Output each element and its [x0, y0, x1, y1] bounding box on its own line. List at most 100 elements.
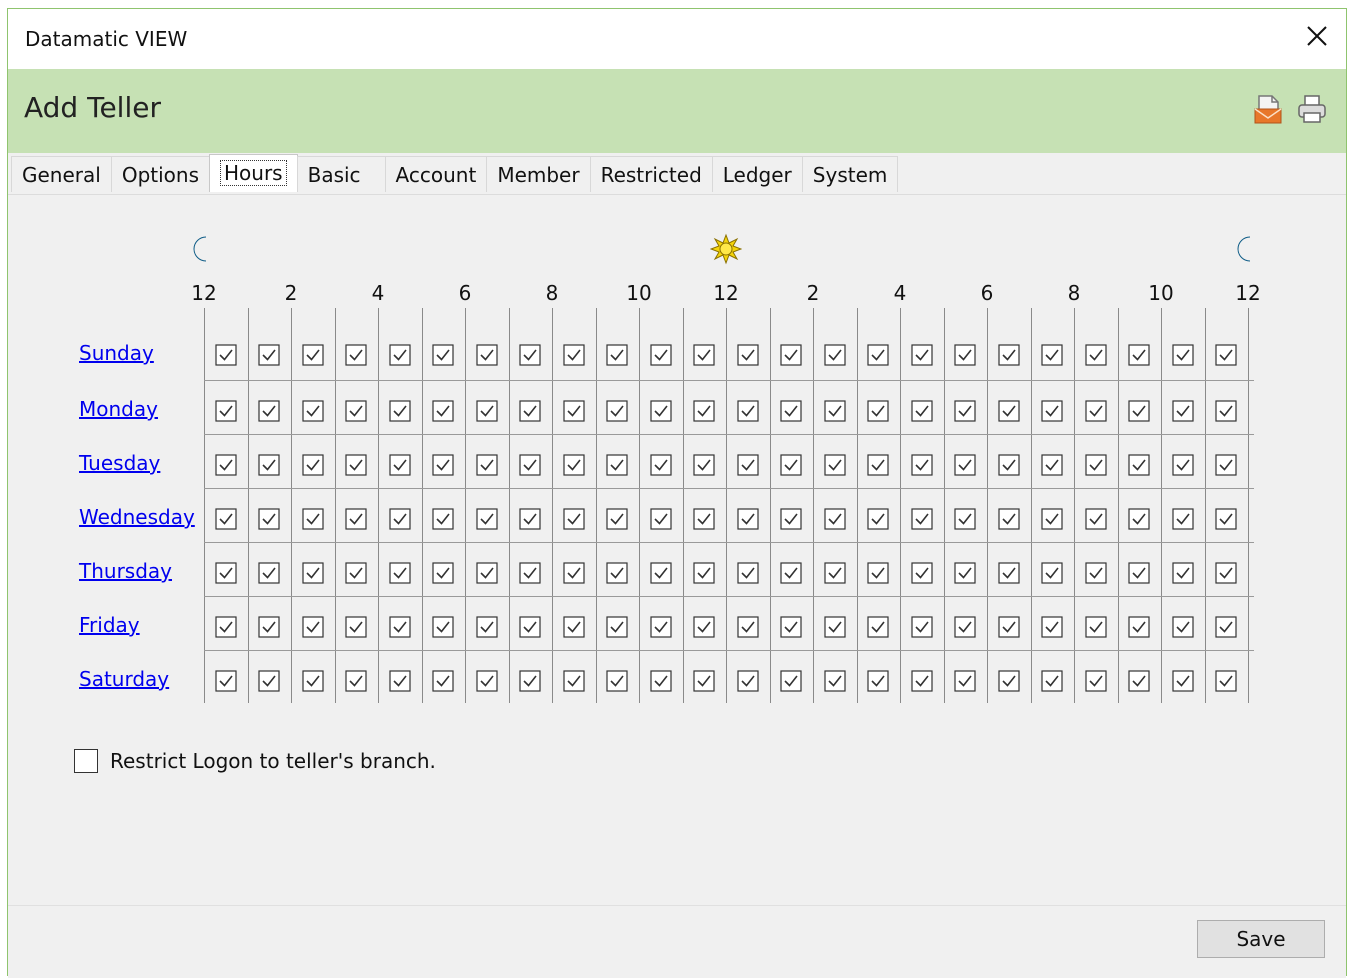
- hour-checkbox[interactable]: [345, 508, 367, 530]
- hour-checkbox[interactable]: [432, 562, 454, 584]
- hour-checkbox[interactable]: [1085, 508, 1107, 530]
- hour-checkbox[interactable]: [867, 616, 889, 638]
- tab-account[interactable]: Account: [384, 156, 488, 192]
- hour-checkbox[interactable]: [1128, 616, 1150, 638]
- hour-checkbox[interactable]: [911, 344, 933, 366]
- hour-checkbox[interactable]: [563, 616, 585, 638]
- hour-checkbox[interactable]: [1172, 562, 1194, 584]
- hour-checkbox[interactable]: [302, 562, 324, 584]
- hour-checkbox[interactable]: [432, 344, 454, 366]
- hour-checkbox[interactable]: [215, 508, 237, 530]
- hour-checkbox[interactable]: [824, 616, 846, 638]
- hour-checkbox[interactable]: [389, 508, 411, 530]
- hour-checkbox[interactable]: [954, 670, 976, 692]
- hour-checkbox[interactable]: [345, 400, 367, 422]
- hour-checkbox[interactable]: [563, 400, 585, 422]
- day-link-monday[interactable]: Monday: [79, 397, 158, 421]
- hour-checkbox[interactable]: [519, 670, 541, 692]
- hour-checkbox[interactable]: [780, 616, 802, 638]
- day-link-thursday[interactable]: Thursday: [79, 559, 172, 583]
- hour-checkbox[interactable]: [1085, 670, 1107, 692]
- hour-checkbox[interactable]: [693, 616, 715, 638]
- hour-checkbox[interactable]: [780, 454, 802, 476]
- day-link-friday[interactable]: Friday: [79, 613, 140, 637]
- hour-checkbox[interactable]: [998, 616, 1020, 638]
- hour-checkbox[interactable]: [737, 670, 759, 692]
- hour-checkbox[interactable]: [215, 400, 237, 422]
- hour-checkbox[interactable]: [1172, 508, 1194, 530]
- hour-checkbox[interactable]: [780, 344, 802, 366]
- tab-member[interactable]: Member: [486, 156, 591, 192]
- hour-checkbox[interactable]: [476, 670, 498, 692]
- day-link-sunday[interactable]: Sunday: [79, 341, 154, 365]
- hour-checkbox[interactable]: [650, 454, 672, 476]
- hour-checkbox[interactable]: [650, 344, 672, 366]
- hour-checkbox[interactable]: [1128, 454, 1150, 476]
- hour-checkbox[interactable]: [998, 344, 1020, 366]
- hour-checkbox[interactable]: [867, 562, 889, 584]
- hour-checkbox[interactable]: [258, 344, 280, 366]
- restrict-checkbox-box[interactable]: [74, 749, 98, 773]
- hour-checkbox[interactable]: [911, 508, 933, 530]
- day-link-tuesday[interactable]: Tuesday: [79, 451, 160, 475]
- close-icon[interactable]: [1302, 21, 1332, 51]
- mail-icon[interactable]: [1252, 93, 1284, 125]
- hour-checkbox[interactable]: [867, 508, 889, 530]
- hour-checkbox[interactable]: [215, 670, 237, 692]
- hour-checkbox[interactable]: [954, 616, 976, 638]
- hour-checkbox[interactable]: [1215, 616, 1237, 638]
- hour-checkbox[interactable]: [519, 508, 541, 530]
- hour-checkbox[interactable]: [954, 400, 976, 422]
- hour-checkbox[interactable]: [476, 562, 498, 584]
- hour-checkbox[interactable]: [1215, 344, 1237, 366]
- hour-checkbox[interactable]: [389, 562, 411, 584]
- hour-checkbox[interactable]: [519, 400, 541, 422]
- hour-checkbox[interactable]: [1172, 616, 1194, 638]
- hour-checkbox[interactable]: [824, 670, 846, 692]
- save-button[interactable]: Save: [1197, 920, 1325, 958]
- hour-checkbox[interactable]: [1172, 344, 1194, 366]
- hour-checkbox[interactable]: [519, 562, 541, 584]
- hour-checkbox[interactable]: [1128, 400, 1150, 422]
- hour-checkbox[interactable]: [563, 562, 585, 584]
- hour-checkbox[interactable]: [954, 454, 976, 476]
- hour-checkbox[interactable]: [345, 344, 367, 366]
- hour-checkbox[interactable]: [693, 508, 715, 530]
- tab-basic[interactable]: Basic: [296, 156, 386, 192]
- hour-checkbox[interactable]: [563, 344, 585, 366]
- hour-checkbox[interactable]: [606, 670, 628, 692]
- hour-checkbox[interactable]: [737, 508, 759, 530]
- hour-checkbox[interactable]: [1085, 454, 1107, 476]
- hour-checkbox[interactable]: [215, 344, 237, 366]
- hour-checkbox[interactable]: [737, 454, 759, 476]
- hour-checkbox[interactable]: [867, 670, 889, 692]
- print-icon[interactable]: [1296, 93, 1328, 125]
- hour-checkbox[interactable]: [302, 344, 324, 366]
- hour-checkbox[interactable]: [650, 562, 672, 584]
- hour-checkbox[interactable]: [606, 454, 628, 476]
- hour-checkbox[interactable]: [389, 400, 411, 422]
- hour-checkbox[interactable]: [1041, 670, 1063, 692]
- hour-checkbox[interactable]: [1041, 508, 1063, 530]
- hour-checkbox[interactable]: [1041, 400, 1063, 422]
- hour-checkbox[interactable]: [1128, 670, 1150, 692]
- hour-checkbox[interactable]: [1128, 508, 1150, 530]
- hour-checkbox[interactable]: [998, 562, 1020, 584]
- hour-checkbox[interactable]: [215, 562, 237, 584]
- hour-checkbox[interactable]: [780, 562, 802, 584]
- hour-checkbox[interactable]: [1041, 616, 1063, 638]
- hour-checkbox[interactable]: [302, 670, 324, 692]
- tab-ledger[interactable]: Ledger: [711, 156, 803, 192]
- hour-checkbox[interactable]: [911, 400, 933, 422]
- hour-checkbox[interactable]: [302, 508, 324, 530]
- hour-checkbox[interactable]: [693, 670, 715, 692]
- hour-checkbox[interactable]: [606, 508, 628, 530]
- hour-checkbox[interactable]: [650, 400, 672, 422]
- hour-checkbox[interactable]: [606, 562, 628, 584]
- hour-checkbox[interactable]: [911, 454, 933, 476]
- tab-options[interactable]: Options: [110, 156, 210, 192]
- hour-checkbox[interactable]: [737, 616, 759, 638]
- hour-checkbox[interactable]: [1172, 454, 1194, 476]
- hour-checkbox[interactable]: [911, 616, 933, 638]
- hour-checkbox[interactable]: [1215, 508, 1237, 530]
